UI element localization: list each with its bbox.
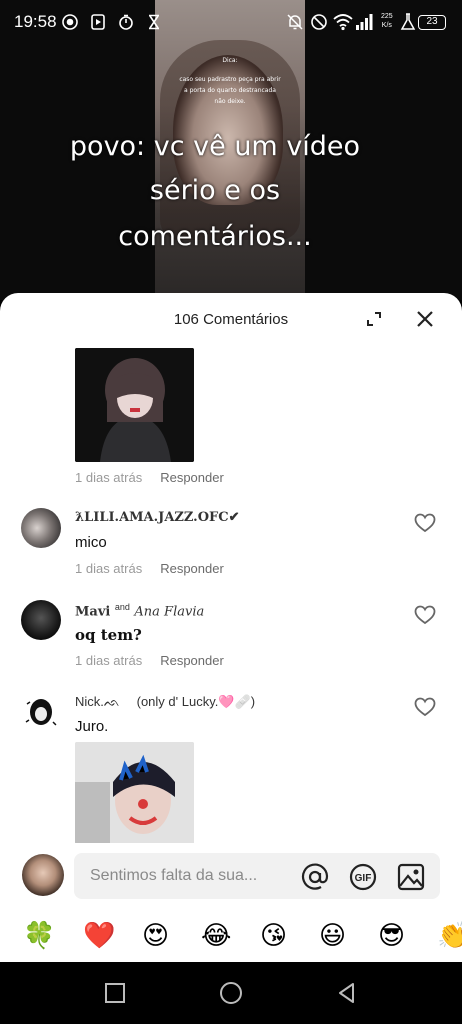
- net-speed-value: 225: [381, 13, 393, 20]
- comment-meta: 1 dias atrás Responder: [75, 470, 224, 485]
- comment-time: 1 dias atrás: [75, 653, 143, 668]
- flask-icon: [400, 13, 416, 30]
- comment-text: oq tem?: [75, 626, 142, 644]
- comment-input[interactable]: Sentimos falta da sua... GIF: [74, 853, 440, 899]
- expand-icon[interactable]: [364, 309, 384, 329]
- avatar[interactable]: [21, 692, 61, 732]
- media-icon: [91, 14, 105, 30]
- hourglass-icon: [149, 14, 159, 30]
- clown-selfie-image: [75, 742, 194, 844]
- signal-icon: [356, 14, 373, 30]
- reply-button[interactable]: Responder: [160, 653, 224, 668]
- comment-username[interactable]: ƛLILI.AMA.JAZZ.OFC✔: [75, 510, 239, 525]
- mention-icon[interactable]: [300, 862, 330, 892]
- username-part: Ana Flavia: [134, 604, 205, 620]
- emoji-button[interactable]: 😎: [378, 921, 405, 951]
- comment-image-anime-girl[interactable]: [75, 348, 194, 462]
- comment-input-placeholder: Sentimos falta da sua...: [90, 867, 258, 884]
- record-icon: [62, 14, 78, 30]
- reply-button[interactable]: Responder: [160, 470, 224, 485]
- comment-username[interactable]: Nick.ᨒ (only d' Lucky.🩷🩹): [75, 694, 255, 710]
- reply-button[interactable]: Responder: [160, 561, 224, 576]
- comment-time: 1 dias atrás: [75, 470, 143, 485]
- comment-username[interactable]: Mavi and Ana Flavia: [75, 602, 204, 619]
- emoji-quick-bar: 🍀 ❤️ 😍 😂 😘 😃 😎 👏: [0, 913, 462, 963]
- avatar-image: [25, 699, 57, 726]
- comment-text: mico: [75, 534, 107, 551]
- username-part: Mavi: [75, 604, 111, 620]
- emoji-button[interactable]: 😘: [260, 921, 287, 951]
- close-icon[interactable]: [414, 308, 436, 330]
- video-small-caption: caso seu padrastro peça pra abrir: [179, 76, 281, 83]
- timer-icon: [119, 14, 133, 30]
- svg-text:GIF: GIF: [355, 873, 372, 884]
- heart-icon[interactable]: [414, 697, 436, 717]
- heart-icon[interactable]: [414, 513, 436, 533]
- heart-icon[interactable]: [414, 605, 436, 625]
- do-not-disturb-icon: [311, 14, 327, 30]
- video-small-caption: não deixe.: [214, 98, 246, 105]
- emoji-button[interactable]: 😍: [142, 921, 169, 951]
- username-part: Nick.ᨒ: [75, 694, 121, 709]
- comment-meta: 1 dias atrás Responder: [75, 653, 224, 668]
- emoji-button[interactable]: 🍀: [23, 921, 55, 951]
- avatar[interactable]: [21, 600, 61, 640]
- net-speed: 225 K/s: [381, 12, 393, 30]
- emoji-button[interactable]: ❤️: [83, 921, 115, 951]
- emoji-button[interactable]: 😃: [319, 921, 346, 951]
- emoji-button[interactable]: 😂: [201, 921, 231, 951]
- comment-image-clown-selfie[interactable]: [75, 742, 194, 844]
- comment-meta: 1 dias atrás Responder: [75, 561, 224, 576]
- system-nav-bar: [0, 962, 462, 1024]
- comments-header: 106 Comentários: [0, 293, 462, 347]
- gif-icon[interactable]: GIF: [348, 862, 378, 892]
- comments-title: 106 Comentários: [173, 311, 289, 328]
- comment-input-bar: Sentimos falta da sua... GIF: [0, 843, 462, 913]
- comment-time: 1 dias atrás: [75, 561, 143, 576]
- username-part: and: [114, 602, 130, 612]
- comment-text: Juro.: [75, 718, 109, 735]
- image-icon[interactable]: [396, 862, 426, 892]
- home-icon[interactable]: [219, 981, 243, 1005]
- username-part: (only d' Lucky.🩷🩹): [136, 694, 256, 709]
- status-time: 19:58: [14, 12, 57, 31]
- emoji-button[interactable]: 👏: [437, 921, 462, 951]
- net-speed-unit: K/s: [381, 22, 392, 29]
- anime-girl-image: [75, 348, 194, 462]
- mute-icon: [287, 14, 303, 30]
- status-bar: 19:58 225 K/s 23: [0, 0, 462, 46]
- recent-apps-icon[interactable]: [103, 981, 127, 1005]
- wifi-icon: [333, 14, 353, 31]
- video-overlay-text: povo: vc vê um vídeo: [69, 131, 361, 162]
- video-overlay-text: sério e os: [149, 175, 281, 206]
- back-icon[interactable]: [335, 981, 359, 1005]
- avatar[interactable]: [21, 508, 61, 548]
- battery-indicator: 23: [418, 15, 446, 30]
- video-overlay-text: comentários...: [118, 221, 312, 252]
- video-small-caption: a porta do quarto destrancada: [184, 87, 276, 94]
- my-avatar[interactable]: [22, 854, 64, 896]
- video-small-caption: Dica:: [222, 57, 238, 64]
